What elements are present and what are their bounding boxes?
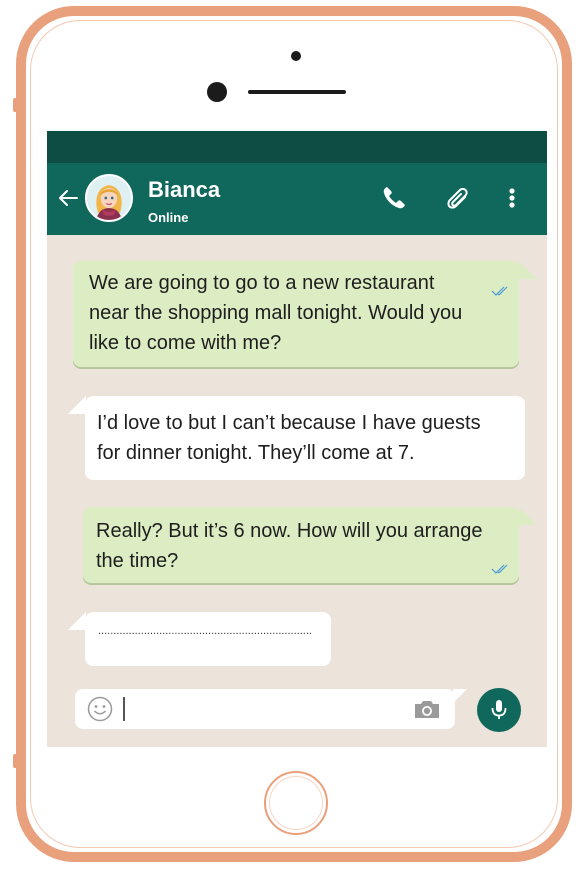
- read-ticks-icon: [491, 564, 508, 574]
- bubble-tail: [68, 612, 86, 630]
- message-text-line: for dinner tonight. They’ll come at 7.: [97, 442, 415, 464]
- message-bubble-outgoing[interactable]: We are going to go to a new restaurant n…: [73, 261, 519, 367]
- chat-header: Bianca Online: [47, 163, 547, 235]
- message-text-line: I’d love to but I can’t because I have g…: [97, 412, 481, 434]
- read-ticks-icon: [491, 286, 508, 296]
- message-bubble-outgoing[interactable]: Really? But it’s 6 now. How will you arr…: [83, 507, 519, 583]
- message-text-line: like to come with me?: [89, 332, 282, 354]
- contact-status: Online: [148, 210, 189, 225]
- avatar[interactable]: [85, 174, 133, 222]
- message-composer: [75, 689, 455, 729]
- fill-in-blank-line: ........................................…: [98, 625, 312, 637]
- message-bubble-incoming[interactable]: I’d love to but I can’t because I have g…: [85, 396, 525, 480]
- microphone-button[interactable]: [477, 688, 521, 732]
- emoji-icon[interactable]: [87, 696, 113, 722]
- home-button[interactable]: [264, 771, 328, 835]
- front-sensor: [291, 51, 301, 61]
- phone-icon[interactable]: [379, 183, 409, 213]
- text-caret: [123, 697, 125, 721]
- paperclip-icon[interactable]: [442, 183, 472, 213]
- message-text-line: near the shopping mall tonight. Would yo…: [89, 302, 463, 324]
- bubble-tail: [68, 396, 86, 414]
- more-vertical-icon[interactable]: [502, 183, 522, 213]
- status-bar: [47, 131, 547, 163]
- camera-icon[interactable]: [413, 698, 441, 720]
- bubble-tail: [519, 261, 537, 279]
- contact-name[interactable]: Bianca: [148, 177, 220, 203]
- message-text-line: We are going to go to a new restaurant: [89, 272, 435, 294]
- message-bubble-incoming-blank[interactable]: ........................................…: [85, 612, 331, 666]
- side-button: [13, 754, 19, 768]
- message-text-line: Really? But it’s 6 now. How will you arr…: [96, 520, 483, 542]
- microphone-icon: [491, 700, 507, 719]
- message-text-line: the time?: [96, 550, 179, 572]
- composer-tail: [453, 689, 467, 703]
- message-input[interactable]: [123, 695, 393, 723]
- earpiece-speaker: [248, 90, 346, 94]
- avatar-portrait: [87, 176, 131, 220]
- chat-screen: Bianca Online We are going to go to a ne…: [47, 131, 547, 747]
- volume-button: [13, 98, 19, 112]
- back-arrow-icon[interactable]: [57, 187, 79, 209]
- bubble-tail: [519, 507, 537, 525]
- front-camera: [207, 82, 227, 102]
